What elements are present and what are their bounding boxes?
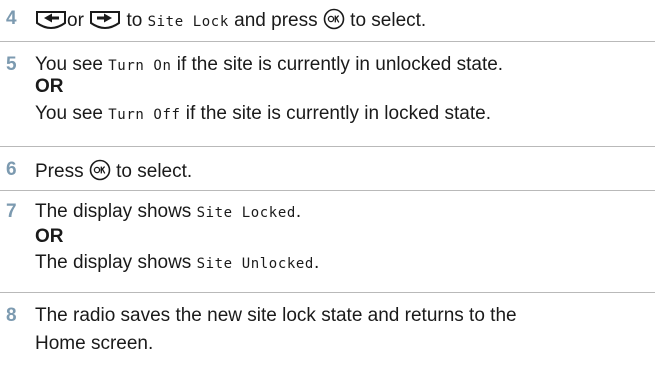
step-number: 7 (6, 201, 17, 222)
step-6: 6 Press to select. (0, 147, 655, 191)
menu-item-site-lock: Site Lock (147, 14, 229, 30)
step-line: Press to select. (35, 159, 647, 182)
display-shows-text: The display shows (35, 252, 192, 273)
display-shows-text: The display shows (35, 201, 192, 222)
period: . (295, 201, 302, 222)
step-body: You see Turn On if the site is currently… (35, 54, 647, 125)
step-number: 5 (6, 54, 17, 75)
step-line: You see Turn On if the site is currently… (35, 54, 647, 76)
step-line: You see Turn Off if the site is currentl… (35, 103, 647, 125)
option-turn-off: Turn Off (108, 107, 181, 123)
unlocked-state-text: if the site is currently in unlocked sta… (176, 54, 504, 75)
left-arrow-key-icon (35, 9, 67, 37)
to-select-text: to select. (350, 10, 427, 31)
step-line: or to Site Lock and press to select. (35, 8, 647, 31)
display-site-unlocked: Site Unlocked (196, 256, 314, 272)
step-body: or to Site Lock and press to select. (35, 8, 647, 31)
step-line: Home screen. (35, 333, 154, 354)
locked-state-text: if the site is currently in locked state… (185, 103, 491, 124)
you-see-text: You see (35, 103, 103, 124)
ok-button-icon (89, 159, 111, 187)
step-body: The display shows Site Locked. OR The di… (35, 201, 647, 274)
to-word: to (126, 10, 143, 31)
and-press-text: and press (234, 10, 318, 31)
or-word: or (67, 10, 84, 31)
or-label: OR (35, 226, 64, 247)
step-body: The radio saves the new site lock state … (35, 305, 647, 355)
instruction-page: 4 or to Site Lock and press to select. 5… (0, 0, 655, 365)
display-site-locked: Site Locked (196, 205, 296, 221)
or-label: OR (35, 76, 64, 97)
step-number: 4 (6, 8, 17, 29)
to-select-text: to select. (116, 161, 193, 182)
ok-button-icon (323, 8, 345, 36)
step-line: The display shows Site Unlocked. (35, 252, 647, 274)
step-number: 8 (6, 305, 17, 326)
option-turn-on: Turn On (108, 58, 172, 74)
step-8: 8 The radio saves the new site lock stat… (0, 293, 655, 365)
step-5: 5 You see Turn On if the site is current… (0, 42, 655, 147)
step-line: The display shows Site Locked. (35, 201, 647, 223)
press-text: Press (35, 161, 84, 182)
step-7: 7 The display shows Site Locked. OR The … (0, 191, 655, 293)
you-see-text: You see (35, 54, 103, 75)
step-number: 6 (6, 159, 17, 180)
step-4: 4 or to Site Lock and press to select. (0, 0, 655, 42)
step-body: Press to select. (35, 159, 647, 182)
period: . (313, 252, 320, 273)
step-line: The radio saves the new site lock state … (35, 305, 517, 326)
right-arrow-key-icon (89, 9, 121, 37)
